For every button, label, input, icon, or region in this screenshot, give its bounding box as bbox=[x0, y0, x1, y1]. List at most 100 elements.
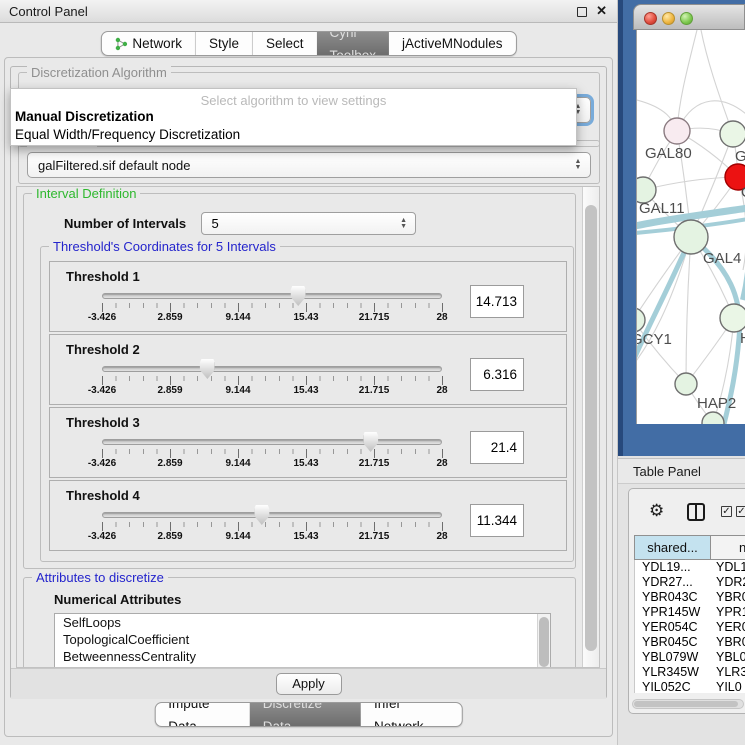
network-node-label: H bbox=[740, 330, 745, 347]
table-cell: YER0 bbox=[712, 620, 745, 635]
slider-tick-labels: -3.4262.8599.14415.4321.71528 bbox=[102, 531, 442, 544]
tab-style[interactable]: Style bbox=[195, 32, 252, 55]
column-header-name[interactable]: na bbox=[711, 535, 745, 560]
tab-discretize-data[interactable]: Discretize Data bbox=[250, 703, 361, 726]
network-node-label: GAL11 bbox=[639, 200, 685, 217]
tab-impute-data[interactable]: Impute Data bbox=[155, 703, 250, 726]
tick-label: 9.144 bbox=[225, 385, 250, 396]
network-node[interactable] bbox=[637, 308, 645, 332]
attribute-list-item[interactable]: BetweennessCentrality bbox=[55, 648, 550, 665]
table-row[interactable]: YBR045CYBR0 bbox=[635, 635, 745, 650]
table-body: YDL19...YDL1YDR27...YDR2YBR043CYBR0YPR14… bbox=[634, 560, 745, 693]
network-node-label: HAP2 bbox=[697, 395, 736, 412]
slider-track[interactable] bbox=[102, 512, 442, 518]
dropdown-option-equal-width[interactable]: Equal Width/Frequency Discretization bbox=[15, 126, 576, 144]
apply-button[interactable]: Apply bbox=[276, 673, 342, 695]
threshold-row: Threshold 3 -3.4262.8599.14415.4321.7152… bbox=[49, 407, 567, 478]
scrollbar-thumb[interactable] bbox=[539, 617, 549, 667]
gear-icon[interactable]: ⚙ bbox=[649, 501, 664, 521]
group-title: Interval Definition bbox=[32, 186, 140, 201]
table-row[interactable]: YDL19...YDL1 bbox=[635, 560, 745, 575]
close-traffic-light[interactable] bbox=[644, 12, 657, 25]
checkbox-icon[interactable]: ✓ bbox=[736, 506, 745, 517]
group-title: Discretization Algorithm bbox=[27, 65, 171, 80]
tab-select[interactable]: Select bbox=[252, 32, 317, 55]
slider-tick-labels: -3.4262.8599.14415.4321.71528 bbox=[102, 385, 442, 398]
tab-infer-network[interactable]: Infer Network bbox=[361, 703, 462, 726]
settings-scrollbar[interactable] bbox=[582, 187, 599, 667]
checkbox-icon[interactable]: ✓ bbox=[721, 506, 732, 517]
split-columns-icon[interactable] bbox=[687, 503, 705, 521]
minimize-traffic-light[interactable] bbox=[662, 12, 675, 25]
table-row[interactable]: YBL079WYBL0 bbox=[635, 650, 745, 665]
slider-major-ticks bbox=[102, 303, 443, 312]
slider-track[interactable] bbox=[102, 366, 442, 372]
table-panel-title: Table Panel bbox=[633, 464, 701, 479]
tick-label: 15.43 bbox=[293, 312, 318, 323]
table-cell: YDL1 bbox=[712, 560, 745, 575]
list-scrollbar[interactable] bbox=[537, 614, 550, 668]
network-edge bbox=[643, 177, 738, 190]
network-view-window: GAL80GACGAL11GAL4GCY1HHAP2 bbox=[633, 4, 745, 425]
table-cell: YBL079W bbox=[635, 650, 712, 665]
table-cell: YDL19... bbox=[635, 560, 712, 575]
table-row[interactable]: YIL052CYIL0 bbox=[635, 680, 745, 693]
network-node[interactable] bbox=[675, 373, 697, 395]
tick-label: 28 bbox=[436, 531, 447, 542]
table-cell: YBR043C bbox=[635, 590, 712, 605]
slider-track[interactable] bbox=[102, 293, 442, 299]
interval-definition-group: Interval Definition Number of Intervals … bbox=[23, 193, 576, 569]
table-row[interactable]: YPR145WYPR1 bbox=[635, 605, 745, 620]
tab-network[interactable]: Network bbox=[101, 32, 195, 55]
close-icon[interactable]: ✕ bbox=[596, 3, 607, 19]
tick-label: -3.426 bbox=[88, 312, 116, 323]
combobox-value: galFiltered.sif default node bbox=[38, 158, 190, 173]
network-edge bbox=[677, 30, 697, 131]
control-panel: Control Panel ✕ Network Style Select Cyn… bbox=[0, 0, 618, 745]
network-edge bbox=[701, 30, 733, 134]
scrollbar-thumb[interactable] bbox=[585, 205, 597, 651]
slider-track[interactable] bbox=[102, 439, 442, 445]
network-node[interactable] bbox=[720, 304, 745, 332]
threshold-value-field[interactable]: 14.713 bbox=[470, 285, 524, 318]
thresholds-group: Threshold's Coordinates for 5 Intervals … bbox=[40, 246, 574, 562]
table-cell: YDR2 bbox=[712, 575, 745, 590]
threshold-row: Threshold 2 -3.4262.8599.14415.4321.7152… bbox=[49, 334, 567, 405]
network-node[interactable] bbox=[674, 220, 708, 254]
table-row[interactable]: YBR043CYBR0 bbox=[635, 590, 745, 605]
tab-cyni-toolbox[interactable]: Cyni Toolbox bbox=[316, 32, 389, 55]
table-toolbar: ⚙ ✓ ✓ bbox=[629, 489, 745, 533]
dropdown-option-manual[interactable]: Manual Discretization bbox=[15, 108, 576, 126]
attribute-list-item[interactable]: TopologicalCoefficient bbox=[55, 631, 550, 648]
table-cell: YBL0 bbox=[712, 650, 745, 665]
threshold-slider: -3.4262.8599.14415.4321.71528 21.4 bbox=[50, 430, 566, 476]
threshold-value-field[interactable]: 6.316 bbox=[470, 358, 524, 391]
scrollbar-thumb[interactable] bbox=[634, 701, 738, 707]
table-horizontal-scrollbar[interactable] bbox=[632, 699, 744, 709]
control-panel-title: Control Panel bbox=[9, 4, 88, 19]
table-data-combobox[interactable]: galFiltered.sif default node ▲▼ bbox=[27, 152, 591, 178]
tick-label: 21.715 bbox=[359, 458, 390, 469]
threshold-value-field[interactable]: 21.4 bbox=[470, 431, 524, 464]
network-node[interactable] bbox=[720, 121, 745, 147]
float-window-icon[interactable] bbox=[577, 7, 587, 17]
table-cell: YDR27... bbox=[635, 575, 712, 590]
column-header-shared-name[interactable]: shared... bbox=[634, 535, 711, 560]
threshold-slider: -3.4262.8599.14415.4321.71528 14.713 bbox=[50, 284, 566, 330]
threshold-value-field[interactable]: 11.344 bbox=[470, 504, 524, 537]
numerical-attributes-label: Numerical Attributes bbox=[54, 592, 567, 607]
tick-label: -3.426 bbox=[88, 531, 116, 542]
attribute-list-item[interactable]: SelfLoops bbox=[55, 614, 550, 631]
zoom-traffic-light[interactable] bbox=[680, 12, 693, 25]
attributes-group: Attributes to discretize Numerical Attri… bbox=[23, 577, 576, 668]
table-cell: YER054C bbox=[635, 620, 712, 635]
tab-jactivemnodules[interactable]: jActiveMNodules bbox=[389, 32, 516, 55]
network-canvas[interactable]: GAL80GACGAL11GAL4GCY1HHAP2 bbox=[636, 30, 745, 424]
network-window-titlebar[interactable] bbox=[633, 4, 745, 30]
table-row[interactable]: YDR27...YDR2 bbox=[635, 575, 745, 590]
table-row[interactable]: YLR345WYLR3 bbox=[635, 665, 745, 680]
table-row[interactable]: YER054CYER0 bbox=[635, 620, 745, 635]
number-of-intervals-combobox[interactable]: 5 ▲▼ bbox=[201, 212, 416, 235]
threshold-row: Threshold 1 -3.4262.8599.14415.4321.7152… bbox=[49, 261, 567, 332]
network-node[interactable] bbox=[664, 118, 690, 144]
